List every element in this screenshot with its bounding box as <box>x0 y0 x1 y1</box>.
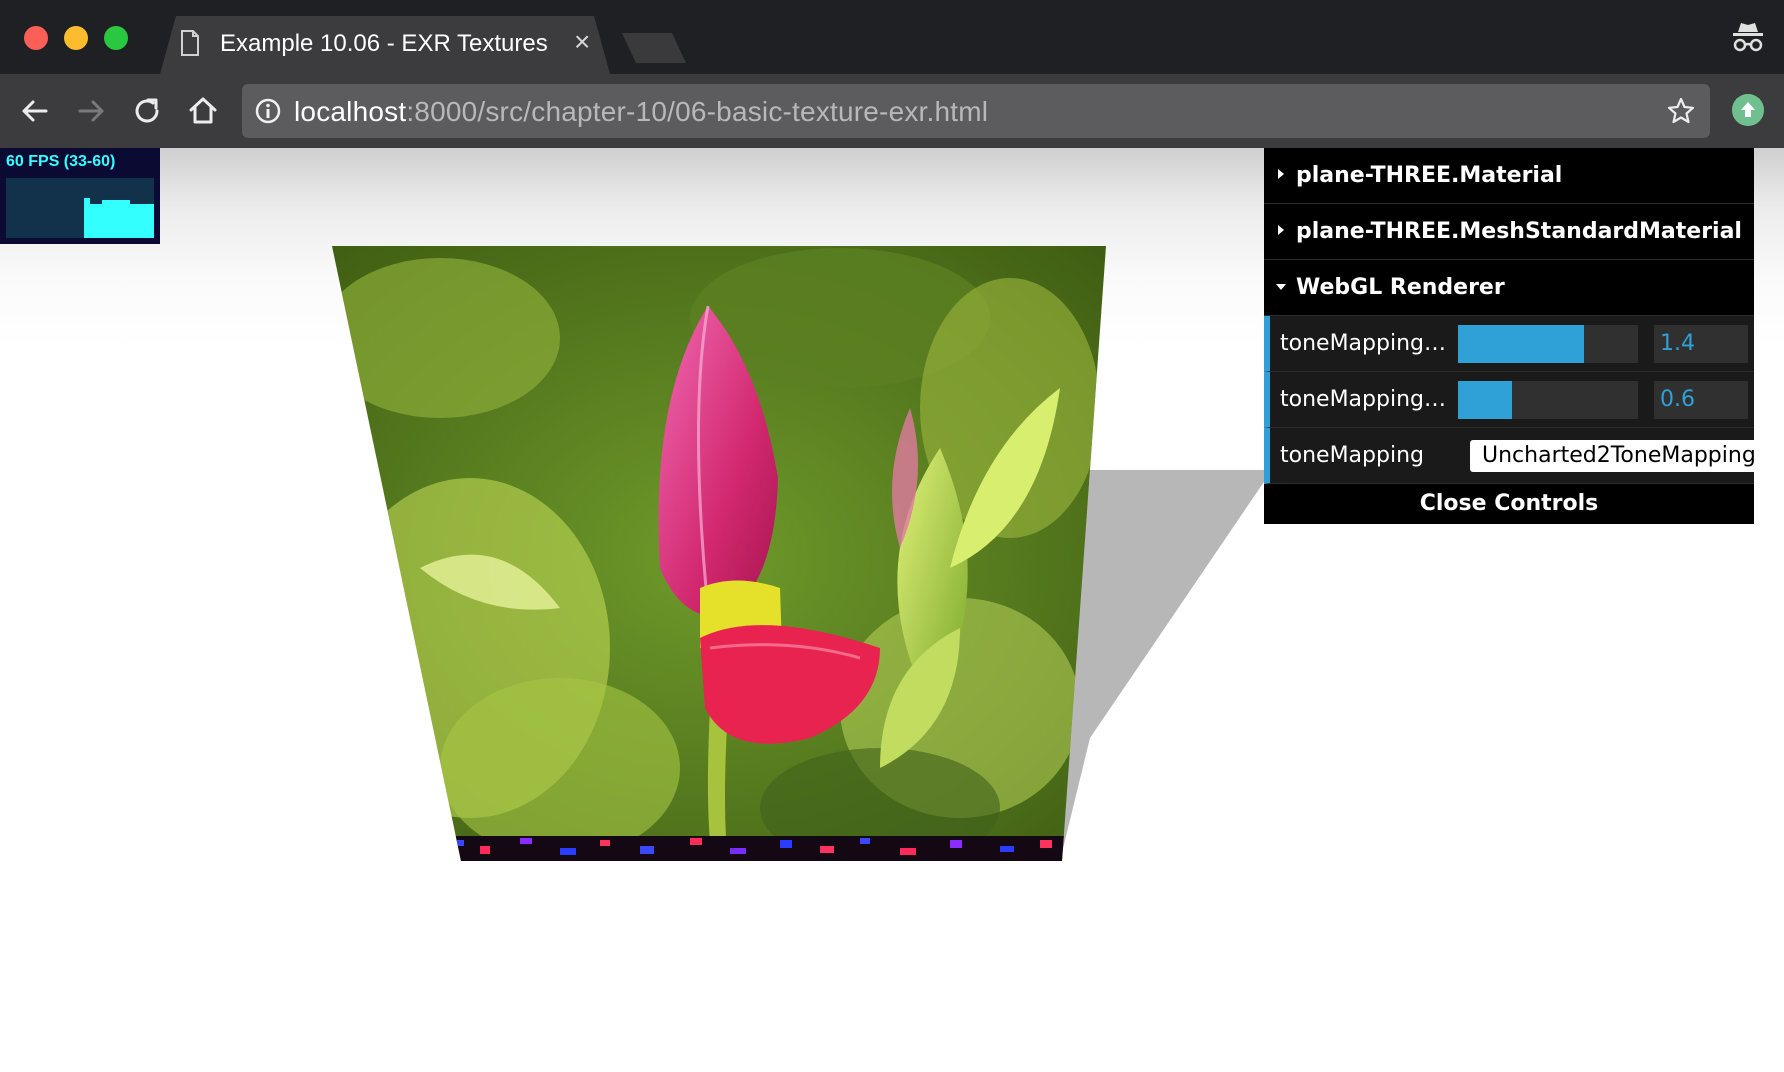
chevron-down-icon <box>1276 284 1286 290</box>
tab-title: Example 10.06 - EXR Textures <box>220 30 548 57</box>
controls-panel: plane-THREE.Material plane-THREE.MeshSta… <box>1264 148 1760 524</box>
whitepoint-value-input[interactable]: 0.6 <box>1654 381 1748 419</box>
exposure-slider[interactable] <box>1458 325 1638 363</box>
whitepoint-slider-fill <box>1458 381 1512 419</box>
window-minimize-button[interactable] <box>64 26 88 50</box>
textured-plane[interactable] <box>300 238 1120 878</box>
whitepoint-value: 0.6 <box>1660 387 1695 412</box>
tone-mapping-select[interactable]: Uncharted2ToneMapping <box>1470 440 1760 472</box>
control-tone-mapping: toneMapping Uncharted2ToneMapping <box>1264 428 1760 484</box>
url-text[interactable]: localhost:8000/src/chapter-10/06-basic-t… <box>294 96 988 128</box>
control-tone-mapping-whitepoint: toneMappingW.. 0.6 <box>1264 372 1754 428</box>
whitepoint-slider[interactable] <box>1458 381 1638 419</box>
plane-shadow <box>1060 470 1272 861</box>
tab-close-icon[interactable]: × <box>574 28 590 56</box>
fps-readout: 60 FPS (33-60) <box>6 153 116 170</box>
browser-toolbar: localhost:8000/src/chapter-10/06-basic-t… <box>0 74 1784 149</box>
chevron-right-icon <box>1278 169 1284 179</box>
fps-graph <box>6 178 154 238</box>
window-maximize-button[interactable] <box>104 26 128 50</box>
info-icon[interactable] <box>254 97 282 125</box>
chevron-right-icon <box>1278 225 1284 235</box>
url-host: localhost <box>294 96 407 127</box>
incognito-icon[interactable] <box>1728 18 1768 58</box>
folder-material[interactable]: plane-THREE.Material <box>1264 148 1754 204</box>
address-bar[interactable]: localhost:8000/src/chapter-10/06-basic-t… <box>242 84 1710 138</box>
star-icon[interactable] <box>1666 96 1696 126</box>
folder-label: plane-THREE.Material <box>1296 163 1563 188</box>
extension-icon[interactable] <box>1732 94 1764 126</box>
control-label: toneMapping <box>1280 443 1424 468</box>
fps-graph-bar <box>84 198 90 204</box>
close-controls-button[interactable]: Close Controls <box>1264 484 1754 524</box>
exposure-slider-fill <box>1458 325 1584 363</box>
folder-label: WebGL Renderer <box>1296 275 1505 300</box>
fps-graph-bar <box>84 204 154 238</box>
fps-graph-bar <box>102 200 130 204</box>
reload-icon[interactable] <box>128 92 166 130</box>
back-icon[interactable] <box>16 92 54 130</box>
control-tone-mapping-exposure: toneMappingE... 1.4 <box>1264 316 1754 372</box>
browser-titlebar: Example 10.06 - EXR Textures × <box>0 0 1784 74</box>
folder-label: plane-THREE.MeshStandardMaterial <box>1296 219 1742 244</box>
window-close-button[interactable] <box>24 26 48 50</box>
webgl-viewport[interactable]: 60 FPS (33-60) plane-THREE.Material plan… <box>0 148 1784 1072</box>
home-icon[interactable] <box>184 92 222 130</box>
url-path: :8000/src/chapter-10/06-basic-texture-ex… <box>406 96 989 127</box>
fps-stats[interactable]: 60 FPS (33-60) <box>0 148 160 244</box>
control-label: toneMappingW.. <box>1280 387 1450 412</box>
folder-standard-material[interactable]: plane-THREE.MeshStandardMaterial <box>1264 204 1754 260</box>
forward-icon[interactable] <box>72 92 110 130</box>
new-tab-button[interactable] <box>622 33 686 63</box>
exposure-value-input[interactable]: 1.4 <box>1654 325 1748 363</box>
document-icon <box>181 30 199 56</box>
tone-mapping-selected: Uncharted2ToneMapping <box>1482 443 1756 468</box>
folder-webgl-renderer[interactable]: WebGL Renderer <box>1264 260 1754 316</box>
exposure-value: 1.4 <box>1660 331 1695 356</box>
control-label: toneMappingE... <box>1280 331 1450 356</box>
